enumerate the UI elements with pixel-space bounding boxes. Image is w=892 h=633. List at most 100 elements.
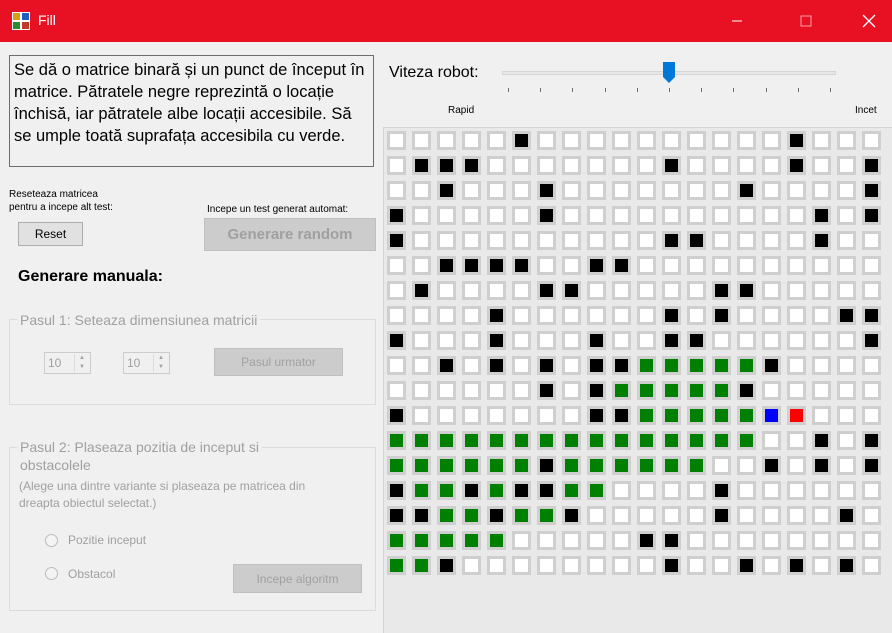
matrix-cell-filled[interactable]	[637, 356, 656, 375]
matrix-cell-filled[interactable]	[737, 356, 756, 375]
matrix-cell-wall[interactable]	[387, 331, 406, 350]
matrix-cell-filled[interactable]	[412, 481, 431, 500]
matrix-cell-wall[interactable]	[412, 506, 431, 525]
matrix-cell-empty[interactable]	[437, 406, 456, 425]
matrix-cell-filled[interactable]	[687, 356, 706, 375]
rows-spin-arrows-icon[interactable]: ▲ ▼	[74, 354, 89, 372]
matrix-cell-empty[interactable]	[612, 481, 631, 500]
matrix-cell-wall[interactable]	[662, 156, 681, 175]
matrix-cell-wall[interactable]	[812, 231, 831, 250]
matrix-cell-empty[interactable]	[412, 406, 431, 425]
matrix-cell-filled[interactable]	[437, 531, 456, 550]
matrix-cell-empty[interactable]	[637, 206, 656, 225]
matrix-cell-empty[interactable]	[437, 306, 456, 325]
matrix-cell-wall[interactable]	[487, 506, 506, 525]
matrix-cell-wall[interactable]	[737, 181, 756, 200]
matrix-cell-filled[interactable]	[712, 431, 731, 450]
matrix-cell-wall[interactable]	[862, 431, 881, 450]
matrix-cell-empty[interactable]	[762, 206, 781, 225]
matrix-cell-empty[interactable]	[562, 206, 581, 225]
matrix-cell-empty[interactable]	[562, 381, 581, 400]
matrix-cell-empty[interactable]	[487, 131, 506, 150]
matrix-cell-empty[interactable]	[637, 131, 656, 150]
matrix-cell-filled[interactable]	[687, 406, 706, 425]
matrix-cell-filled[interactable]	[387, 456, 406, 475]
matrix-cell-empty[interactable]	[462, 331, 481, 350]
matrix-cell-empty[interactable]	[387, 281, 406, 300]
next-step-button[interactable]: Pasul urmator	[214, 348, 343, 376]
matrix-cell-filled[interactable]	[512, 456, 531, 475]
matrix-cell-empty[interactable]	[712, 206, 731, 225]
matrix-cell-empty[interactable]	[512, 231, 531, 250]
matrix-cell-filled[interactable]	[537, 506, 556, 525]
matrix-cell-empty[interactable]	[462, 181, 481, 200]
matrix-cell-empty[interactable]	[787, 281, 806, 300]
matrix-cell-empty[interactable]	[662, 181, 681, 200]
matrix-cell-empty[interactable]	[587, 131, 606, 150]
matrix-cell-wall[interactable]	[387, 231, 406, 250]
matrix-cell-empty[interactable]	[512, 331, 531, 350]
matrix-cell-empty[interactable]	[412, 356, 431, 375]
matrix-cell-empty[interactable]	[762, 181, 781, 200]
matrix-cell-wall[interactable]	[862, 206, 881, 225]
matrix-cell-empty[interactable]	[387, 381, 406, 400]
matrix-cell-empty[interactable]	[812, 481, 831, 500]
matrix-cell-wall[interactable]	[587, 356, 606, 375]
matrix-cell-empty[interactable]	[412, 131, 431, 150]
matrix-cell-empty[interactable]	[762, 156, 781, 175]
matrix-cell-wall[interactable]	[512, 256, 531, 275]
matrix-cell-empty[interactable]	[787, 181, 806, 200]
matrix-cell-wall[interactable]	[462, 256, 481, 275]
matrix-cell-empty[interactable]	[862, 556, 881, 575]
matrix-cell-empty[interactable]	[787, 531, 806, 550]
matrix-cell-empty[interactable]	[562, 256, 581, 275]
matrix-cell-empty[interactable]	[462, 556, 481, 575]
matrix-cell-empty[interactable]	[462, 281, 481, 300]
matrix-cell-empty[interactable]	[587, 306, 606, 325]
matrix-cell-empty[interactable]	[512, 306, 531, 325]
matrix-cell-wall[interactable]	[862, 331, 881, 350]
matrix-cell-empty[interactable]	[762, 131, 781, 150]
matrix-cell-wall[interactable]	[437, 181, 456, 200]
matrix-cell-empty[interactable]	[387, 156, 406, 175]
matrix-cell-wall[interactable]	[587, 381, 606, 400]
matrix-cell-wall[interactable]	[537, 281, 556, 300]
matrix-cell-empty[interactable]	[537, 531, 556, 550]
matrix-cell-empty[interactable]	[537, 406, 556, 425]
matrix-cell-wall[interactable]	[412, 156, 431, 175]
matrix-cell-empty[interactable]	[437, 331, 456, 350]
matrix-cell-filled[interactable]	[737, 431, 756, 450]
matrix-cell-filled[interactable]	[662, 431, 681, 450]
reset-button[interactable]: Reset	[18, 222, 83, 246]
matrix-cell-empty[interactable]	[787, 206, 806, 225]
matrix-cell-empty[interactable]	[512, 531, 531, 550]
rows-stepper[interactable]: 10 ▲ ▼	[44, 352, 91, 374]
matrix-cell-wall[interactable]	[762, 456, 781, 475]
matrix-cell-empty[interactable]	[487, 281, 506, 300]
matrix-cell-empty[interactable]	[637, 481, 656, 500]
matrix-cell-filled[interactable]	[437, 456, 456, 475]
matrix-cell-empty[interactable]	[537, 306, 556, 325]
matrix-cell-empty[interactable]	[737, 506, 756, 525]
matrix-cell-wall[interactable]	[712, 506, 731, 525]
matrix-cell-empty[interactable]	[512, 556, 531, 575]
matrix-cell-empty[interactable]	[812, 356, 831, 375]
matrix-cell-empty[interactable]	[787, 356, 806, 375]
matrix-cell-empty[interactable]	[562, 181, 581, 200]
matrix-cell-wall[interactable]	[837, 306, 856, 325]
matrix-cell-wall[interactable]	[812, 456, 831, 475]
matrix-cell-empty[interactable]	[662, 506, 681, 525]
matrix-cell-wall[interactable]	[712, 306, 731, 325]
matrix-cell-filled[interactable]	[387, 531, 406, 550]
matrix-cell-wall[interactable]	[837, 506, 856, 525]
matrix-cell-wall[interactable]	[787, 131, 806, 150]
matrix-cell-empty[interactable]	[812, 406, 831, 425]
matrix-cell-empty[interactable]	[737, 231, 756, 250]
matrix-cell-empty[interactable]	[437, 381, 456, 400]
cols-stepper[interactable]: 10 ▲ ▼	[123, 352, 170, 374]
matrix-cell-filled[interactable]	[662, 456, 681, 475]
matrix-cell-empty[interactable]	[587, 156, 606, 175]
matrix-cell-empty[interactable]	[487, 231, 506, 250]
matrix-cell-wall[interactable]	[437, 356, 456, 375]
matrix-cell-empty[interactable]	[862, 131, 881, 150]
